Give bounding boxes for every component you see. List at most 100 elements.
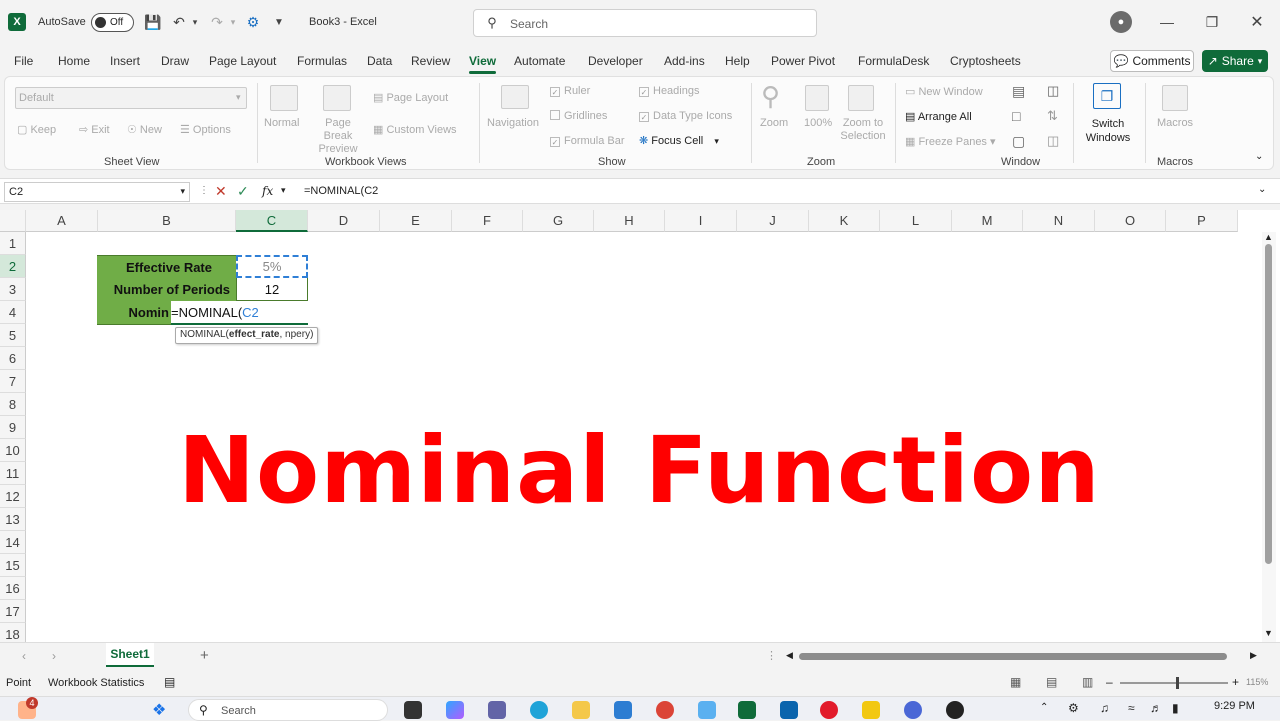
- new-window-button[interactable]: ▭ New Window: [905, 85, 983, 98]
- column-header-b[interactable]: B: [98, 210, 236, 232]
- column-header-h[interactable]: H: [594, 210, 665, 232]
- exit-button[interactable]: ⇨ Exit: [79, 123, 110, 136]
- focus-cell-button[interactable]: ❋ Focus Cell ▾: [639, 134, 719, 147]
- tab-power-pivot[interactable]: Power Pivot: [771, 54, 835, 68]
- name-box[interactable]: C2 ▾: [4, 182, 190, 202]
- tab-insert[interactable]: Insert: [110, 54, 140, 68]
- new-sheet-view-button[interactable]: ☉ New: [127, 123, 162, 136]
- ruler-checkbox[interactable]: ✓ Ruler: [550, 85, 590, 97]
- cell-b3[interactable]: Number of Periods: [97, 278, 236, 301]
- powerbi-icon[interactable]: [862, 701, 880, 719]
- wifi-icon[interactable]: ≈: [1128, 701, 1135, 715]
- cancel-icon[interactable]: ✕: [215, 183, 227, 200]
- keep-button[interactable]: ▢ Keep: [17, 123, 56, 136]
- data-type-icons-checkbox[interactable]: ✓ Data Type Icons: [639, 110, 732, 122]
- teams-icon[interactable]: [488, 701, 506, 719]
- select-all-corner[interactable]: [0, 210, 26, 232]
- tab-data[interactable]: Data: [367, 54, 392, 68]
- zoom-icon[interactable]: ⚲: [761, 81, 780, 112]
- gear-icon[interactable]: ⚙: [244, 13, 262, 31]
- redo-dropdown-icon[interactable]: ▾: [228, 13, 238, 31]
- row-header-9[interactable]: 9: [0, 416, 26, 439]
- file-explorer-icon[interactable]: [572, 701, 590, 719]
- row-header-14[interactable]: 14: [0, 531, 26, 554]
- options-button[interactable]: ☰ Options: [180, 123, 231, 136]
- formula-input[interactable]: =NOMINAL(C2: [304, 185, 378, 197]
- unhide-icon[interactable]: ▢: [1012, 133, 1025, 150]
- row-header-18[interactable]: 18: [0, 623, 26, 642]
- comments-button[interactable]: 💬 Comments: [1110, 50, 1194, 72]
- normal-view-status-icon[interactable]: ▦: [1010, 675, 1021, 689]
- headings-checkbox[interactable]: ✓ Headings: [639, 85, 699, 97]
- taskbar-search[interactable]: ⚲ Search: [188, 699, 388, 721]
- page-layout-status-icon[interactable]: ▤: [1046, 675, 1057, 689]
- column-header-k[interactable]: K: [809, 210, 880, 232]
- add-sheet-icon[interactable]: +: [200, 647, 209, 664]
- scroll-left-icon[interactable]: ◀: [786, 650, 793, 661]
- column-header-l[interactable]: L: [880, 210, 952, 232]
- sync-scroll-icon[interactable]: ⇅: [1047, 108, 1058, 124]
- chevron-right-icon[interactable]: ›: [52, 649, 56, 663]
- sheet-view-dropdown[interactable]: Default ▾: [15, 87, 247, 109]
- expand-formula-bar-icon[interactable]: ⌄: [1258, 184, 1266, 195]
- close-icon[interactable]: ✕: [1248, 13, 1266, 31]
- page-layout-button[interactable]: ▤ Page Layout: [373, 91, 448, 104]
- cell-c2[interactable]: 5%: [236, 255, 308, 278]
- tab-add-ins[interactable]: Add-ins: [664, 54, 705, 68]
- zoom-button[interactable]: Zoom: [760, 117, 788, 129]
- chrome-icon[interactable]: [656, 701, 674, 719]
- media-player-icon[interactable]: [946, 701, 964, 719]
- vertical-scrollbar[interactable]: ▲ ▼: [1262, 232, 1276, 642]
- tab-file[interactable]: File: [14, 54, 33, 68]
- column-header-o[interactable]: O: [1095, 210, 1166, 232]
- row-header-2[interactable]: 2: [0, 255, 26, 278]
- column-header-c[interactable]: C: [236, 210, 308, 232]
- edge-icon[interactable]: [530, 701, 548, 719]
- row-header-1[interactable]: 1: [0, 232, 26, 255]
- tab-developer[interactable]: Developer: [588, 54, 643, 68]
- column-header-e[interactable]: E: [380, 210, 452, 232]
- row-header-4[interactable]: 4: [0, 301, 26, 324]
- row-header-10[interactable]: 10: [0, 439, 26, 462]
- view-side-by-side-icon[interactable]: ◫: [1047, 83, 1059, 99]
- autosave-toggle[interactable]: Off: [91, 13, 134, 32]
- tab-draw[interactable]: Draw: [161, 54, 189, 68]
- restore-icon[interactable]: ❐: [1203, 13, 1221, 31]
- chevron-up-icon[interactable]: ▲: [1264, 232, 1273, 242]
- page-break-preview-button[interactable]: Page Break Preview: [310, 117, 366, 156]
- avatar[interactable]: ●: [1110, 11, 1132, 33]
- reset-window-icon[interactable]: ◫: [1047, 133, 1059, 149]
- zoom-slider[interactable]: [1120, 677, 1228, 689]
- switch-windows-icon[interactable]: ❐: [1093, 83, 1121, 109]
- navigation-icon[interactable]: [501, 85, 529, 109]
- enter-icon[interactable]: ✓: [237, 183, 249, 200]
- zoom-level[interactable]: 115%: [1246, 677, 1268, 687]
- accessibility-icon[interactable]: ▤: [164, 675, 175, 689]
- column-header-i[interactable]: I: [665, 210, 737, 232]
- tab-review[interactable]: Review: [411, 54, 450, 68]
- collapse-ribbon-icon[interactable]: ⌄: [1255, 151, 1263, 162]
- row-header-7[interactable]: 7: [0, 370, 26, 393]
- row-header-6[interactable]: 6: [0, 347, 26, 370]
- zoom-100-button[interactable]: 100%: [804, 117, 832, 129]
- navigation-button[interactable]: Navigation: [487, 117, 539, 129]
- macros-icon[interactable]: [1162, 85, 1188, 111]
- vertical-scroll-thumb[interactable]: [1265, 244, 1272, 564]
- tab-page-layout[interactable]: Page Layout: [209, 54, 276, 68]
- tray-app-icon[interactable]: ⚙: [1068, 701, 1079, 715]
- redo-icon[interactable]: ↷: [208, 13, 226, 31]
- share-button[interactable]: ↗ Share ▾: [1202, 50, 1268, 72]
- hide-icon[interactable]: □: [1012, 108, 1020, 124]
- more-options-icon[interactable]: ⋮: [199, 185, 209, 196]
- microphone-icon[interactable]: ♫: [1100, 701, 1109, 715]
- row-header-12[interactable]: 12: [0, 485, 26, 508]
- column-header-g[interactable]: G: [523, 210, 594, 232]
- tab-help[interactable]: Help: [725, 54, 750, 68]
- undo-dropdown-icon[interactable]: ▾: [190, 13, 200, 31]
- scroll-right-icon[interactable]: ▶: [1250, 650, 1257, 661]
- row-header-8[interactable]: 8: [0, 393, 26, 416]
- copilot-icon[interactable]: [446, 701, 464, 719]
- row-header-5[interactable]: 5: [0, 324, 26, 347]
- column-header-n[interactable]: N: [1023, 210, 1095, 232]
- workbook-statistics-button[interactable]: Workbook Statistics: [48, 677, 144, 689]
